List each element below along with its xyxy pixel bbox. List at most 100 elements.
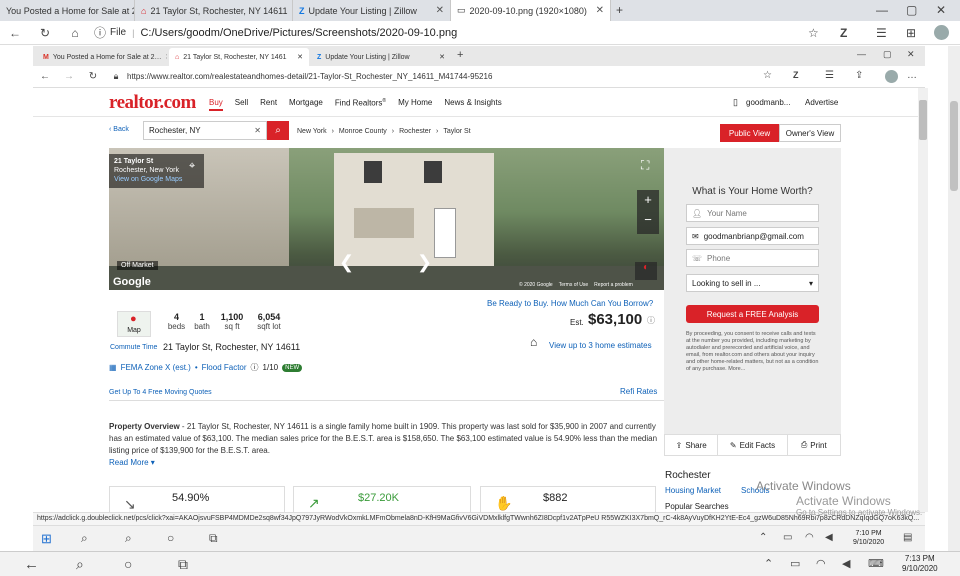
back-icon[interactable]: ← <box>33 71 57 82</box>
refi-rates-link[interactable]: Refi Rates <box>620 387 657 396</box>
back-icon[interactable]: ← <box>0 26 30 40</box>
avatar[interactable] <box>885 70 898 83</box>
refresh-icon[interactable]: ↻ <box>30 26 60 40</box>
advertise-link[interactable]: Advertise <box>805 98 838 107</box>
breadcrumb-item[interactable]: Rochester <box>399 128 431 135</box>
compass-icon[interactable]: ◐ <box>635 262 657 280</box>
home-estimates-link[interactable]: View up to 3 home estimates <box>549 341 652 350</box>
breadcrumb-item[interactable]: Monroe County <box>339 128 387 135</box>
favorite-icon[interactable]: ☆ <box>763 70 772 81</box>
close-icon[interactable]: ✕ <box>596 5 604 16</box>
favorite-icon[interactable]: ☆ <box>808 26 819 40</box>
wifi-icon[interactable]: ◠ <box>805 532 814 543</box>
zoom-in-icon[interactable]: + <box>637 190 659 210</box>
windows-start-icon[interactable]: ⊞ <box>41 531 52 547</box>
arrow-left-icon[interactable]: ❮ <box>339 252 354 273</box>
user-menu[interactable]: goodmanb... <box>746 98 790 107</box>
share-icon[interactable]: ⇪ <box>855 70 863 81</box>
nav-my-home[interactable]: My Home <box>398 98 432 111</box>
close-icon[interactable]: ✕ <box>436 5 444 16</box>
outer-url[interactable]: C:/Users/goodm/OneDrive/Pictures/Screens… <box>140 27 457 39</box>
search-icon[interactable]: ⌕ <box>76 556 84 573</box>
stat-card-0[interactable]: ↘ 54.90% <box>109 486 285 512</box>
owners-view-button[interactable]: Owner's View <box>779 124 841 142</box>
share-button[interactable]: ⇪ Share <box>665 435 719 455</box>
inner-tab-0[interactable]: M You Posted a Home for Sale at 2… ✕ <box>37 48 167 66</box>
inner-scroll-thumb[interactable] <box>919 100 927 140</box>
outer-tab-3[interactable]: ▭ 2020-09-10.png (1920×1080) ✕ <box>451 0 611 21</box>
back-link[interactable]: ‹ Back <box>109 126 129 133</box>
volume-icon[interactable]: ◀ <box>825 532 833 543</box>
cortana-icon[interactable]: ○ <box>167 531 174 545</box>
minimize-icon[interactable]: — <box>876 3 888 17</box>
borrow-link[interactable]: Be Ready to Buy. How Much Can You Borrow… <box>487 299 653 308</box>
terms-link[interactable]: Terms of Use <box>559 282 588 288</box>
home-icon[interactable]: ⌂ <box>60 26 90 40</box>
phone-field[interactable]: ☏ Phone <box>686 249 819 267</box>
fema-zone-link[interactable]: FEMA Zone X (est.) <box>121 363 191 372</box>
public-view-button[interactable]: Public View <box>720 124 779 142</box>
search-icon[interactable]: ⌕ <box>81 531 88 546</box>
nav-find-realtors[interactable]: Find Realtors® <box>335 98 386 111</box>
avatar[interactable] <box>934 25 949 40</box>
nav-buy[interactable]: Buy <box>209 98 223 111</box>
edit-facts-button[interactable]: ✎ Edit Facts <box>718 435 788 455</box>
zoom-out-icon[interactable]: − <box>637 210 659 230</box>
inner-scrollbar[interactable] <box>918 88 928 512</box>
settings-icon[interactable]: ⊞ <box>906 26 916 40</box>
maximize-icon[interactable]: ▢ <box>906 3 917 17</box>
task-view-icon[interactable]: ⧉ <box>209 531 218 546</box>
info-icon[interactable]: ⓘ <box>647 315 655 326</box>
breadcrumb-item[interactable]: Taylor St <box>443 128 470 135</box>
new-tab-icon[interactable]: + <box>457 49 463 61</box>
inner-tab-1[interactable]: ⌂ 21 Taylor St, Rochester, NY 1461 ✕ <box>169 48 309 66</box>
back-icon[interactable]: ← <box>24 556 39 573</box>
arrow-right-icon[interactable]: ❯ <box>417 252 432 273</box>
close-window-icon[interactable]: ✕ <box>936 3 946 17</box>
inner-url[interactable]: https://www.realtor.com/realestateandhom… <box>127 72 492 81</box>
housing-market-tab[interactable]: Housing Market <box>665 486 721 495</box>
info-icon[interactable]: ⓘ <box>251 362 259 373</box>
inner-tab-2[interactable]: Z Update Your Listing | Zillow ✕ <box>311 48 451 66</box>
maximize-icon[interactable]: ▢ <box>883 49 892 60</box>
read-more-link[interactable]: Read More ▾ <box>109 458 155 467</box>
close-window-icon[interactable]: ✕ <box>907 49 915 60</box>
extension-icon[interactable]: Z <box>840 26 847 40</box>
name-field[interactable]: 👤︎ Your Name <box>686 204 819 222</box>
nav-rent[interactable]: Rent <box>260 98 277 111</box>
keyboard-icon[interactable]: ⌨ <box>868 557 884 570</box>
outer-clock[interactable]: 7:13 PM 9/10/2020 <box>902 554 938 574</box>
nav-news[interactable]: News & Insights <box>444 98 501 111</box>
search-button[interactable]: ⌕ <box>267 121 289 140</box>
map-pin-icon[interactable]: ⌖ <box>189 160 195 173</box>
battery-icon[interactable]: ▭ <box>783 532 792 543</box>
outer-tab-0[interactable]: You Posted a Home for Sale at 2… ✕ <box>0 0 135 21</box>
email-field[interactable]: ✉ goodmanbrianp@gmail.com <box>686 227 819 245</box>
nav-sell[interactable]: Sell <box>235 98 248 111</box>
collections-icon[interactable]: ☰ <box>876 26 887 40</box>
chevron-up-icon[interactable]: ⌃ <box>759 532 767 543</box>
search-icon[interactable]: ⌕ <box>125 531 132 546</box>
volume-icon[interactable]: ◀ <box>842 557 850 570</box>
collections-icon[interactable]: ☰ <box>825 70 834 81</box>
outer-scrollbar[interactable] <box>948 46 960 551</box>
report-link[interactable]: Report a problem <box>594 282 633 288</box>
request-analysis-button[interactable]: Request a FREE Analysis <box>686 305 819 323</box>
more-icon[interactable]: … <box>907 70 917 81</box>
clear-icon[interactable]: ✕ <box>254 126 261 135</box>
minimize-icon[interactable]: — <box>857 49 866 59</box>
moving-quotes-link[interactable]: Get Up To 4 Free Moving Quotes <box>109 389 212 396</box>
search-input[interactable]: Rochester, NY ✕ <box>143 121 267 140</box>
cortana-icon[interactable]: ○ <box>124 556 132 572</box>
commute-time-link[interactable]: Commute Time <box>110 344 157 351</box>
outer-scroll-thumb[interactable] <box>950 101 958 191</box>
chevron-up-icon[interactable]: ⌃ <box>764 557 773 570</box>
nav-mortgage[interactable]: Mortgage <box>289 98 323 111</box>
outer-tab-1[interactable]: ⌂ 21 Taylor St, Rochester, NY 14611 ✕ <box>135 0 293 21</box>
inner-clock[interactable]: 7:10 PM 9/10/2020 <box>853 529 884 547</box>
battery-icon[interactable]: ▭ <box>790 557 800 570</box>
map-thumbnail[interactable]: ● Map <box>117 311 151 337</box>
fullscreen-icon[interactable]: ⛶ <box>641 158 649 173</box>
refresh-icon[interactable]: ↻ <box>81 71 105 82</box>
outer-tab-2[interactable]: Z Update Your Listing | Zillow ✕ <box>293 0 451 21</box>
